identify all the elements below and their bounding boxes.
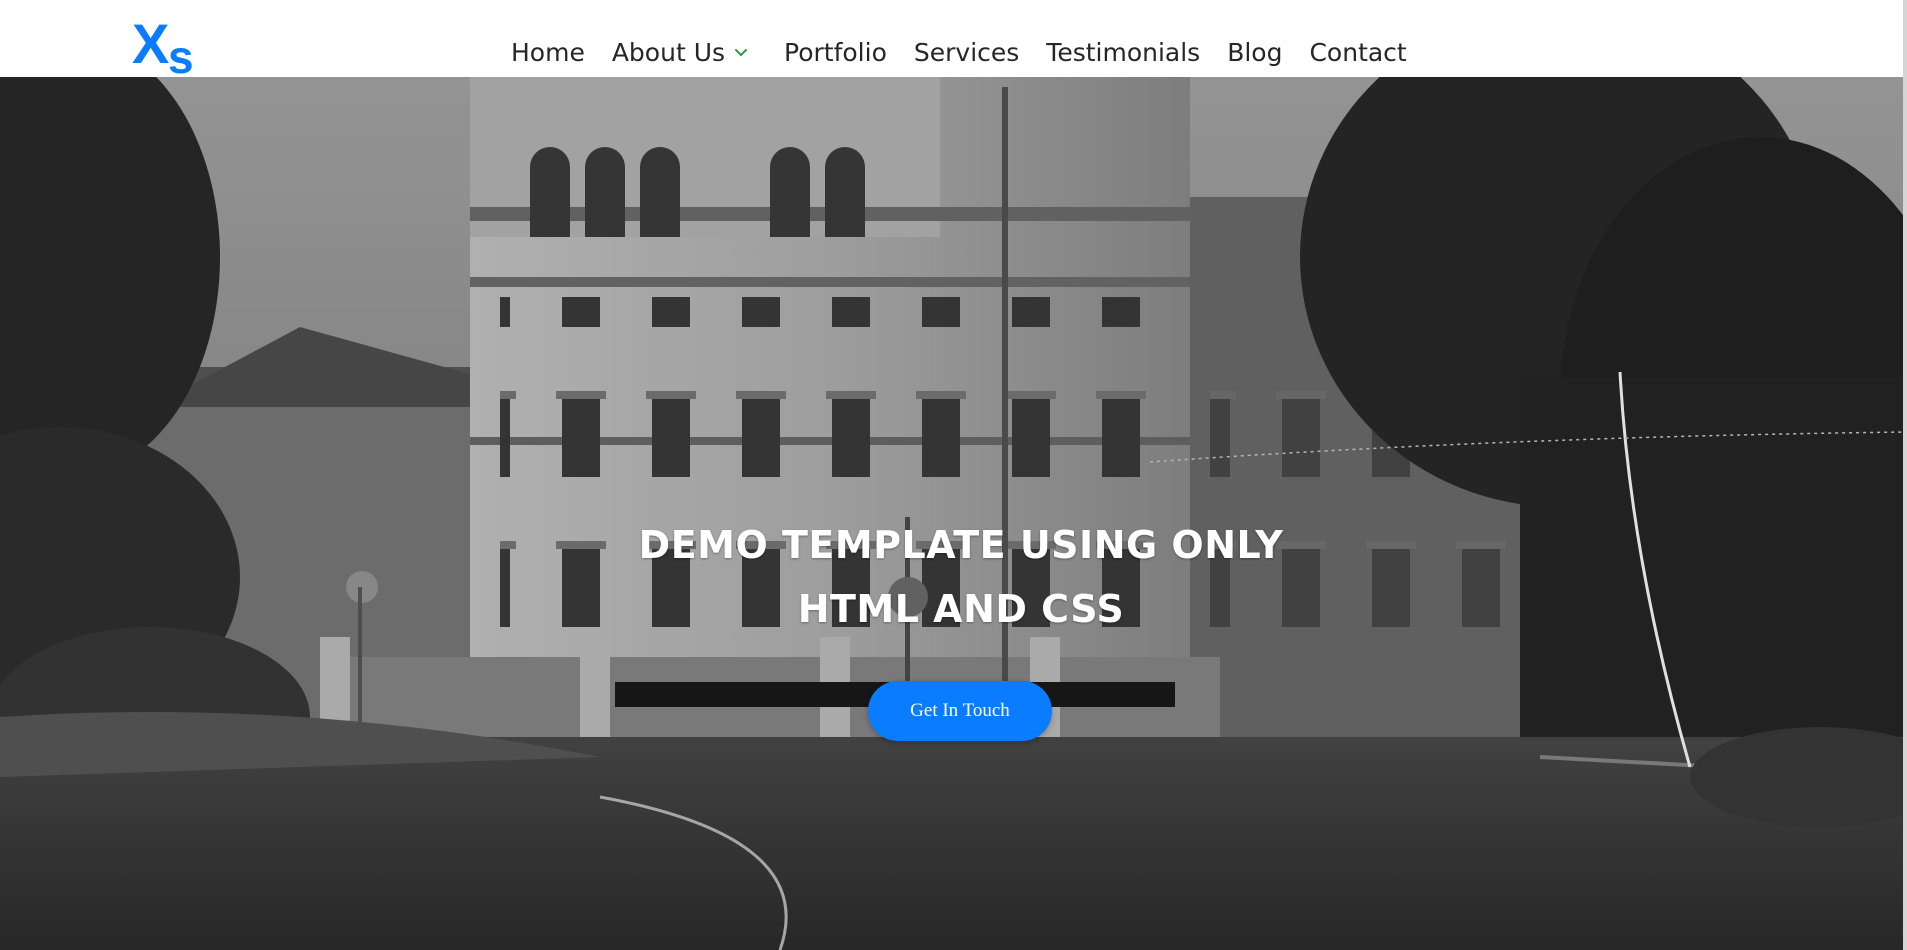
logo-letter-s: s [168,31,194,83]
nav-about-us[interactable]: About Us [612,38,757,67]
main-nav: Home About Us Portfolio Services Testimo… [511,36,1407,68]
site-header: X s Home About Us Portfolio Services Tes… [0,0,1907,83]
nav-home[interactable]: Home [511,38,585,67]
nav-blog[interactable]: Blog [1227,38,1282,67]
get-in-touch-button[interactable]: Get In Touch [868,681,1052,741]
hero-section: DEMO TEMPLATE USING ONLY HTML AND CSS Ge… [0,77,1907,950]
nav-about-us-label: About Us [611,37,726,67]
nav-services[interactable]: Services [914,38,1019,67]
site-logo[interactable]: X s [132,12,202,83]
chevron-down-icon [735,49,748,56]
nav-contact[interactable]: Contact [1309,38,1406,67]
nav-testimonials[interactable]: Testimonials [1046,38,1200,67]
hero-title-line-1: DEMO TEMPLATE USING ONLY [638,523,1284,567]
logo-letter-x: X [132,12,170,75]
page-scrollbar[interactable] [1903,0,1907,950]
nav-portfolio[interactable]: Portfolio [784,38,887,67]
hero-title-line-2: HTML AND CSS [797,587,1125,631]
